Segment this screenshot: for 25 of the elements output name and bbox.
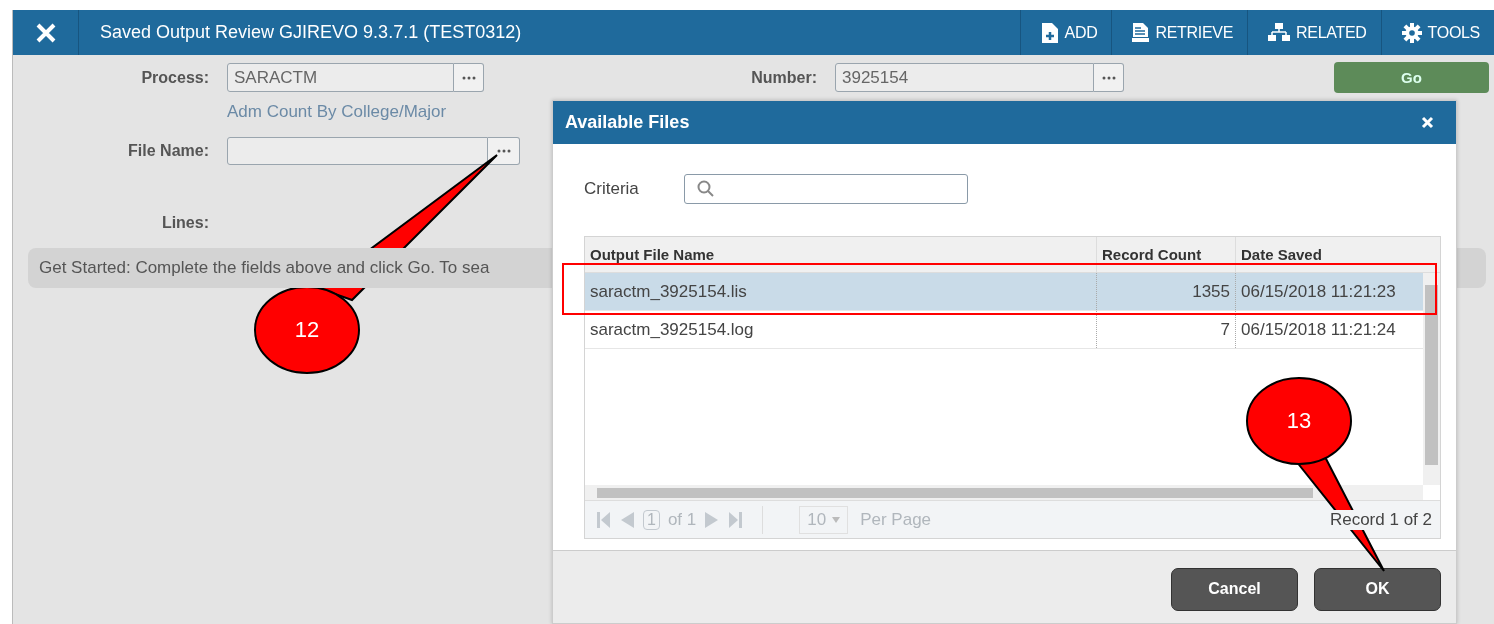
field-label: Lines: — [160, 214, 210, 232]
table-row[interactable]: saractm_3925154.lis 1355 06/15/2018 11:21:23 — [585, 273, 1423, 311]
process-description: Adm Count By College/Major — [227, 102, 447, 123]
criteria-label: Criteria — [584, 179, 640, 199]
table-cell: 7 — [1220, 319, 1230, 340]
callout-number: 13 — [1285, 407, 1313, 435]
field-label: File Name: — [127, 142, 210, 160]
dialog-button[interactable]: OK — [1314, 567, 1441, 611]
field-label: Number: — [750, 68, 818, 87]
record-count: Record 1 of 2 — [1329, 509, 1432, 530]
go-button[interactable]: Go — [1334, 62, 1489, 93]
column-header[interactable]: Record Count — [1097, 237, 1236, 272]
table-cell: 06/15/2018 11:21:24 — [1241, 319, 1396, 340]
field-label: Process: — [140, 68, 210, 87]
callout-number: 12 — [293, 316, 321, 344]
page-count: of 1 — [667, 509, 697, 530]
table-row[interactable]: saractm_3925154.log 7 06/15/2018 11:21:24 — [585, 311, 1423, 349]
window-title: Saved Output Review GJIREVO 9.3.7.1 (TEST0312) — [100, 22, 523, 43]
per-page-label: Per Page — [860, 509, 932, 530]
dialog-button[interactable]: Cancel — [1171, 567, 1298, 611]
number-field[interactable]: 3925154 — [835, 63, 1094, 92]
column-header[interactable]: Output File Name — [585, 237, 1097, 272]
dialog-title: Available Files — [565, 112, 690, 133]
process-field[interactable]: SARACTM — [227, 63, 454, 92]
table-cell: saractm_3925154.log — [590, 319, 754, 340]
